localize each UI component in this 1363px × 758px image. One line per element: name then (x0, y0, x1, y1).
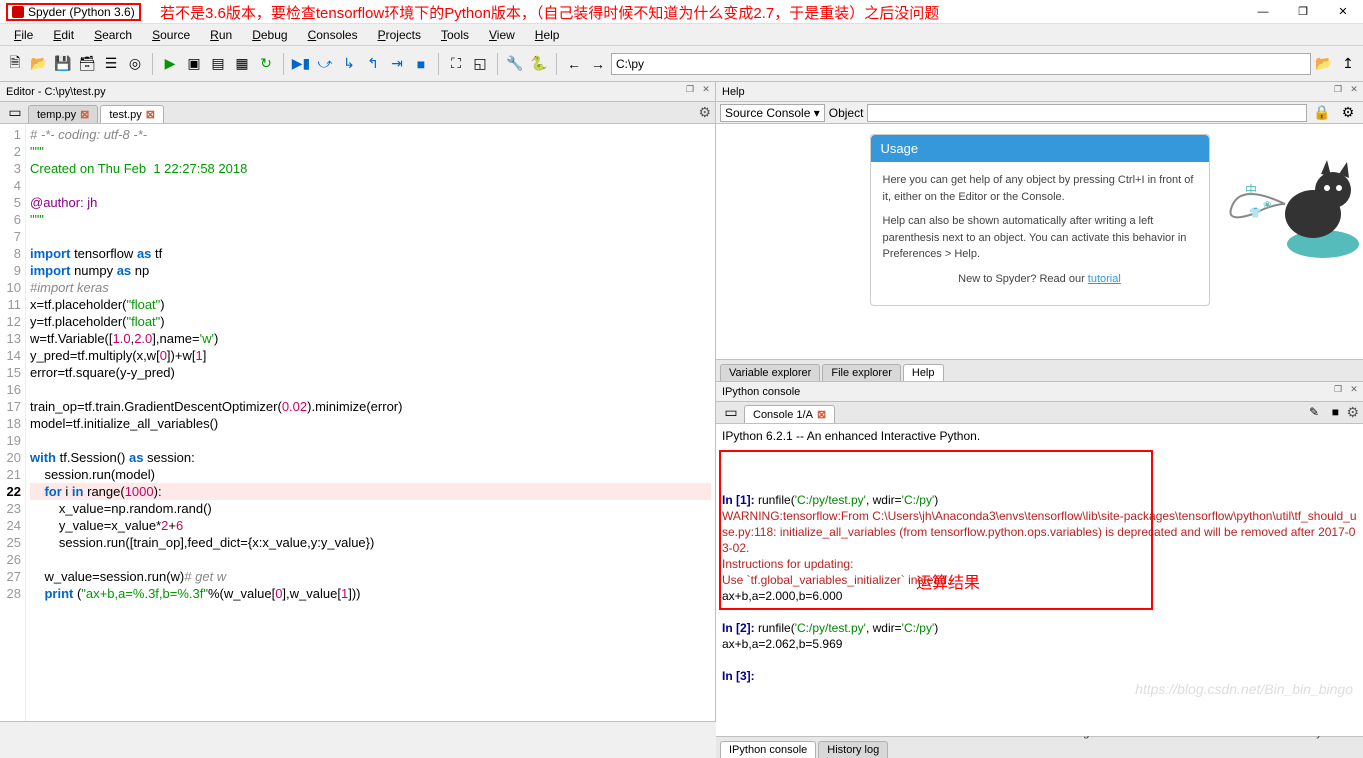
usage-p2: Help can also be shown automatically aft… (883, 213, 1197, 263)
menu-debug[interactable]: Debug (242, 24, 297, 45)
back-icon[interactable]: ← (563, 53, 585, 75)
step-in-icon[interactable]: ↳ (338, 53, 360, 75)
close-button[interactable]: ✕ (1323, 0, 1363, 24)
rerun-icon[interactable]: ↻ (255, 53, 277, 75)
console-bottom-tabs: IPython consoleHistory log (716, 736, 1363, 758)
close-icon[interactable]: ⊠ (817, 408, 826, 421)
maximize-button[interactable]: ❐ (1283, 0, 1323, 24)
forward-icon[interactable]: → (587, 53, 609, 75)
source-select[interactable]: Source Console ▾ (720, 104, 825, 122)
watermark: https://blog.csdn.net/Bin_bin_bingo (1135, 681, 1353, 697)
annotation-top: 若不是3.6版本，要检查tensorflow环境下的Python版本，（自己装得… (160, 2, 939, 23)
toolbar: 🗎 📂 💾 🗃 ☰ ◎ ▶ ▣ ▤ ▦ ↻ ▶▮ ⤻ ↳ ↰ ⇥ ■ ⛶ ◱ 🔧… (0, 46, 1363, 82)
open-file-icon[interactable]: 📂 (28, 53, 50, 75)
close-icon[interactable]: ⊠ (80, 108, 89, 121)
help-tab[interactable]: Variable explorer (720, 364, 820, 381)
preferences-icon[interactable]: 🔧 (504, 53, 526, 75)
console-tab[interactable]: Console 1/A⊠ (744, 405, 835, 423)
gear-icon[interactable]: ⚙ (1337, 102, 1359, 124)
maximize-pane-icon[interactable]: ⛶ (445, 53, 467, 75)
spyder-icon (12, 6, 24, 18)
svg-text:👕: 👕 (1249, 207, 1261, 219)
step-out-icon[interactable]: ↰ (362, 53, 384, 75)
cat-illustration: 中 ❀ 👕 (1213, 144, 1363, 264)
browse-tabs-icon[interactable]: ▭ (4, 101, 26, 123)
gear-icon[interactable]: ⚙ (698, 104, 711, 121)
svg-text:中: 中 (1245, 182, 1257, 197)
run-cell-icon[interactable]: ▣ (183, 53, 205, 75)
tutorial-link[interactable]: tutorial (1088, 273, 1121, 285)
step-over-icon[interactable]: ⤻ (314, 53, 336, 75)
minimize-button[interactable]: — (1243, 0, 1283, 24)
close-icon[interactable]: ⊠ (146, 108, 155, 121)
menu-projects[interactable]: Projects (368, 24, 431, 45)
editor-tab[interactable]: test.py⊠ (100, 105, 164, 123)
menu-edit[interactable]: Edit (43, 24, 84, 45)
close-pane-icon[interactable]: ✕ (1347, 382, 1361, 396)
close-pane-icon[interactable]: ✕ (1347, 82, 1361, 96)
menubar: FileEditSearchSourceRunDebugConsolesProj… (0, 24, 1363, 46)
float-icon[interactable]: ❐ (683, 82, 697, 96)
svg-text:❀: ❀ (1263, 200, 1271, 211)
browse-tabs-icon[interactable]: ▭ (720, 401, 742, 423)
usage-title: Usage (871, 135, 1209, 162)
close-pane-icon[interactable]: ✕ (699, 82, 713, 96)
gear-icon[interactable]: ⚙ (1346, 404, 1359, 421)
help-body: Usage Here you can get help of any objec… (716, 124, 1363, 359)
console-bottom-tab[interactable]: IPython console (720, 741, 816, 758)
float-icon[interactable]: ❐ (1331, 82, 1345, 96)
menu-run[interactable]: Run (200, 24, 242, 45)
usage-p1: Here you can get help of any object by p… (883, 172, 1197, 205)
menu-search[interactable]: Search (84, 24, 142, 45)
menu-source[interactable]: Source (142, 24, 200, 45)
code-editor[interactable]: 1234567891011121314151617181920212223242… (0, 124, 715, 721)
console-bottom-tab[interactable]: History log (818, 741, 888, 758)
outline-icon[interactable]: ☰ (100, 53, 122, 75)
titlebar: Spyder (Python 3.6) 若不是3.6版本，要检查tensorfl… (0, 0, 1363, 24)
float-icon[interactable]: ❐ (1331, 382, 1345, 396)
browse-dir-icon[interactable]: 📂 (1313, 53, 1335, 75)
help-pane-header: Help ❐✕ (716, 82, 1363, 102)
menu-view[interactable]: View (479, 24, 525, 45)
save-icon[interactable]: 💾 (52, 53, 74, 75)
editor-pane-header: Editor - C:\py\test.py ❐✕ (0, 82, 715, 102)
parent-dir-icon[interactable]: ↥ (1337, 53, 1359, 75)
console-pane-header: IPython console ❐✕ (716, 382, 1363, 402)
help-bottom-tabs: Variable explorerFile explorerHelp (716, 359, 1363, 381)
menu-consoles[interactable]: Consoles (298, 24, 368, 45)
annotation-result: 运算结果 (916, 576, 980, 592)
run-icon[interactable]: ▶ (159, 53, 181, 75)
editor-tabbar: ▭ temp.py⊠test.py⊠ ⚙ (0, 102, 715, 124)
lock-icon[interactable]: 🔒 (1311, 102, 1333, 124)
menu-help[interactable]: Help (525, 24, 570, 45)
save-all-icon[interactable]: 🗃 (76, 53, 98, 75)
fullscreen-icon[interactable]: ◱ (469, 53, 491, 75)
run-cell-advance-icon[interactable]: ▤ (207, 53, 229, 75)
help-tab[interactable]: File explorer (822, 364, 901, 381)
new-file-icon[interactable]: 🗎 (4, 53, 26, 75)
pythonpath-icon[interactable]: 🐍 (528, 53, 550, 75)
run-selection-icon[interactable]: ▦ (231, 53, 253, 75)
continue-icon[interactable]: ⇥ (386, 53, 408, 75)
window-title: Spyder (Python 3.6) (6, 3, 141, 21)
debug-icon[interactable]: ▶▮ (290, 53, 312, 75)
menu-file[interactable]: File (4, 24, 43, 45)
clear-icon[interactable]: ✎ (1309, 405, 1319, 419)
stop-icon[interactable]: ■ (1332, 405, 1339, 419)
find-icon[interactable]: ◎ (124, 53, 146, 75)
editor-tab[interactable]: temp.py⊠ (28, 105, 98, 123)
help-tab[interactable]: Help (903, 364, 944, 381)
console-tabbar: ▭ Console 1/A⊠ ⚙ ■ ✎ (716, 402, 1363, 424)
object-label: Object (829, 106, 864, 120)
stop-debug-icon[interactable]: ■ (410, 53, 432, 75)
menu-tools[interactable]: Tools (431, 24, 479, 45)
working-dir-input[interactable] (611, 53, 1311, 75)
object-input[interactable] (867, 104, 1307, 122)
